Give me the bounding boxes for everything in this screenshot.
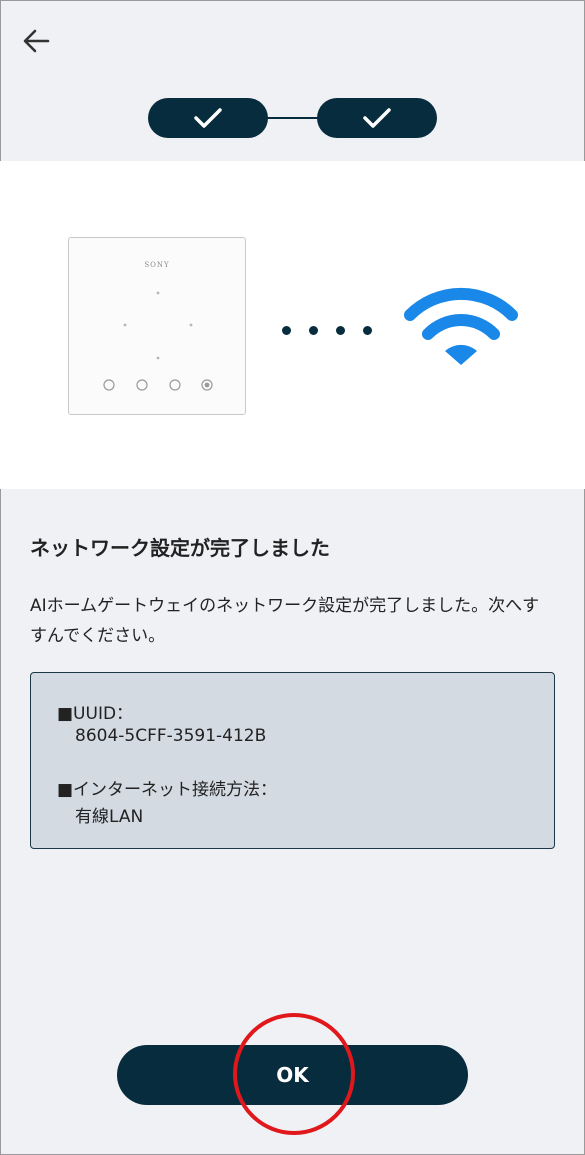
network-info-panel: ■UUID： 8604-5CFF-3591-412B ■インターネット接続方法：… <box>30 672 555 849</box>
gateway-device-image: SONY <box>68 237 246 415</box>
connection-illustration: SONY <box>0 161 585 489</box>
uuid-value: 8604-5CFF-3591-412B <box>75 726 267 746</box>
connection-dots <box>282 320 390 339</box>
check-icon <box>194 108 222 128</box>
page-title: ネットワーク設定が完了しました <box>30 536 330 560</box>
back-button[interactable] <box>20 26 52 58</box>
wifi-icon <box>404 287 518 365</box>
device-indicator-dots <box>103 291 213 391</box>
uuid-label: ■UUID： <box>57 704 134 724</box>
step-2-complete <box>317 98 437 138</box>
ok-button[interactable]: OK <box>117 1045 468 1105</box>
stepper-connector <box>266 117 320 119</box>
step-1-complete <box>148 98 268 138</box>
progress-stepper <box>148 98 438 138</box>
arrow-left-icon <box>23 29 50 53</box>
check-icon <box>363 108 391 128</box>
connection-method-value: 有線LAN <box>75 807 144 827</box>
completion-message: AIホームゲートウェイのネットワーク設定が完了しました。次へすすんでください。 <box>30 596 540 646</box>
connection-method-label: ■インターネット接続方法： <box>57 780 278 800</box>
